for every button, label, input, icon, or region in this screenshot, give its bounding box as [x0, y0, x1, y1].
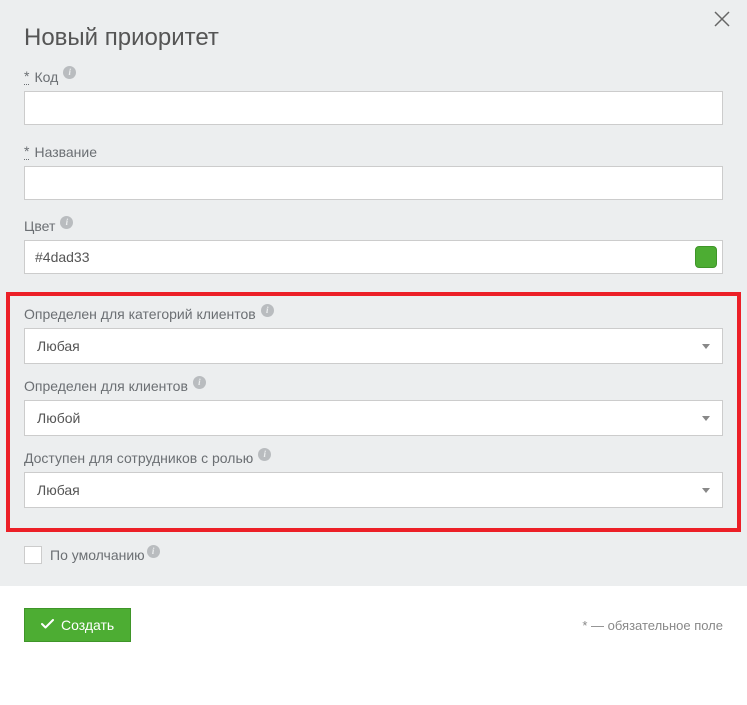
info-icon[interactable]: i — [258, 448, 271, 461]
color-swatch[interactable] — [695, 246, 717, 268]
close-icon — [713, 10, 731, 28]
field-clients: Определен для клиентов i Любой — [24, 378, 723, 436]
field-name: * Название — [24, 143, 723, 200]
highlighted-section: Определен для категорий клиентов i Любая… — [6, 292, 741, 532]
clients-select[interactable]: Любой — [24, 400, 723, 436]
clients-value: Любой — [37, 410, 702, 426]
field-roles: Доступен для сотрудников с ролью i Любая — [24, 450, 723, 508]
client-categories-value: Любая — [37, 338, 702, 354]
client-categories-label-text: Определен для категорий клиентов — [24, 306, 256, 322]
info-icon[interactable]: i — [63, 66, 76, 79]
create-button-label: Создать — [61, 617, 114, 633]
name-input[interactable] — [24, 166, 723, 200]
new-priority-modal: Новый приоритет * Код i * Название Цвет … — [0, 0, 747, 664]
chevron-down-icon — [702, 344, 710, 349]
client-categories-select[interactable]: Любая — [24, 328, 723, 364]
info-icon[interactable]: i — [147, 545, 160, 558]
color-input-wrap — [24, 240, 723, 274]
info-icon[interactable]: i — [261, 304, 274, 317]
default-label-text: По умолчанию — [50, 547, 145, 563]
info-icon[interactable]: i — [60, 216, 73, 229]
chevron-down-icon — [702, 488, 710, 493]
modal-footer: Создать * — обязательное поле — [0, 586, 747, 664]
code-label: * Код i — [24, 68, 723, 85]
required-star: * — [24, 143, 29, 160]
required-star: * — [24, 68, 29, 85]
field-code: * Код i — [24, 68, 723, 125]
clients-label-text: Определен для клиентов — [24, 378, 188, 394]
name-label-text: Название — [34, 144, 97, 160]
client-categories-label: Определен для категорий клиентов i — [24, 306, 723, 322]
required-note: * — обязательное поле — [582, 618, 723, 633]
default-label: По умолчанию i — [50, 547, 160, 563]
code-input[interactable] — [24, 91, 723, 125]
roles-label-text: Доступен для сотрудников с ролью — [24, 450, 253, 466]
modal-body: Новый приоритет * Код i * Название Цвет … — [0, 0, 747, 586]
info-icon[interactable]: i — [193, 376, 206, 389]
check-icon — [41, 617, 54, 633]
default-checkbox[interactable] — [24, 546, 42, 564]
clients-label: Определен для клиентов i — [24, 378, 723, 394]
name-label: * Название — [24, 143, 723, 160]
roles-select[interactable]: Любая — [24, 472, 723, 508]
color-label-text: Цвет — [24, 218, 55, 234]
chevron-down-icon — [702, 416, 710, 421]
roles-value: Любая — [37, 482, 702, 498]
close-button[interactable] — [713, 10, 733, 30]
color-label: Цвет i — [24, 218, 723, 234]
field-client-categories: Определен для категорий клиентов i Любая — [24, 306, 723, 364]
roles-label: Доступен для сотрудников с ролью i — [24, 450, 723, 466]
default-checkbox-row: По умолчанию i — [24, 546, 723, 564]
create-button[interactable]: Создать — [24, 608, 131, 642]
modal-title: Новый приоритет — [24, 24, 723, 52]
color-input[interactable] — [24, 240, 723, 274]
code-label-text: Код — [34, 69, 58, 85]
field-color: Цвет i — [24, 218, 723, 274]
